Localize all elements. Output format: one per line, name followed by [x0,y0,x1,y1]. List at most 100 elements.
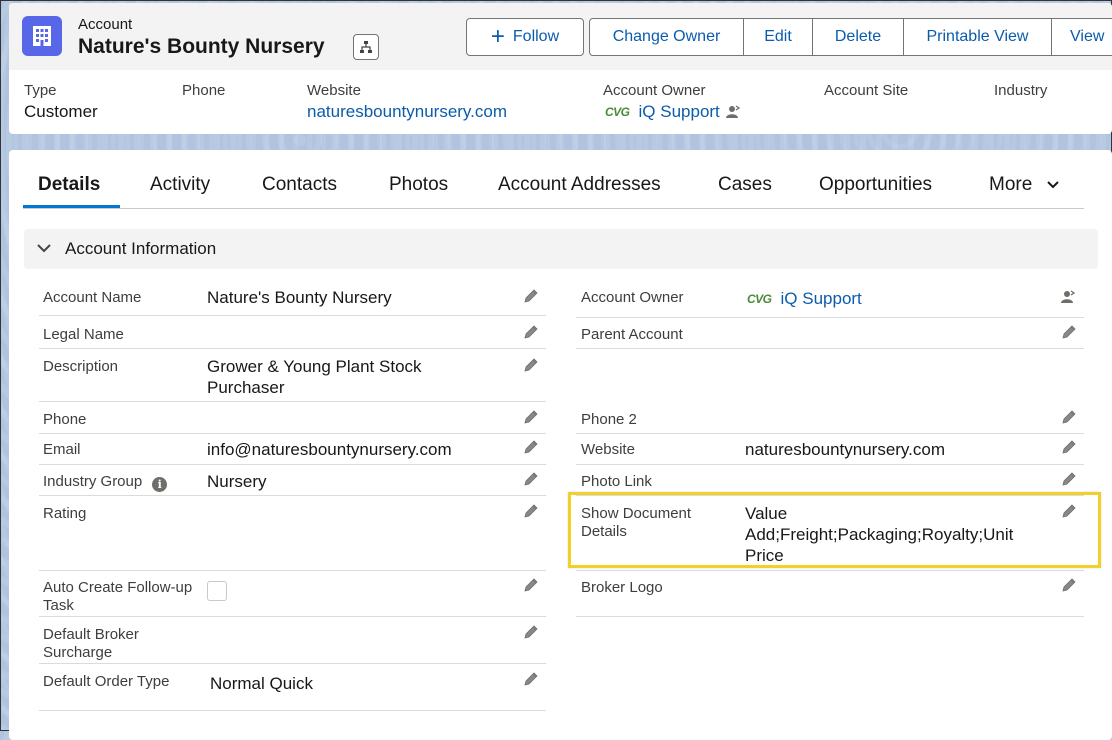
field-label-photo-link: Photo Link [581,473,652,490]
edit-pencil-icon[interactable] [522,670,540,688]
tab-more[interactable]: More [989,174,1060,196]
field-label-email: Email [43,441,81,458]
record-detail-panel: Details Activity Contacts Photos Account… [9,150,1112,740]
tab-opportunities[interactable]: Opportunities [819,174,932,196]
delete-button[interactable]: Delete [812,18,904,56]
section-account-information[interactable]: Account Information [24,229,1098,269]
object-type-label: Account [78,16,133,33]
field-divider [39,401,546,402]
plus-icon: + [490,23,505,50]
edit-pencil-icon[interactable] [522,438,540,456]
field-divider [39,570,546,571]
account-object-icon [22,16,62,56]
field-divider [576,570,1084,571]
edit-pencil-icon[interactable] [1060,408,1078,426]
field-label-default-order-type: Default Order Type [43,673,170,690]
field-label-phone-2: Phone 2 [581,411,637,428]
field-label-account-owner: Account Owner [581,289,684,306]
follow-button[interactable]: + Follow [466,18,584,56]
tab-contacts[interactable]: Contacts [262,174,337,196]
info-icon[interactable]: i [152,477,168,492]
highlight-website-link[interactable]: naturesbountynursery.com [307,102,507,122]
field-label-auto-create-task: Auto Create Follow-up Task [43,579,193,614]
cvg-logo-icon: CVG [605,105,630,119]
highlight-owner: CVG iQ Support [605,102,741,122]
follow-label: Follow [512,28,560,45]
view-button[interactable]: View [1051,18,1112,56]
highlight-type-value: Customer [24,102,98,121]
website-link[interactable]: naturesbountynursery.com [745,439,945,460]
tab-details[interactable]: Details [38,174,100,196]
tab-bar: Details Activity Contacts Photos Account… [23,150,1084,209]
field-label-industry-group: Industry Group i [43,473,168,492]
edit-pencil-icon[interactable] [522,623,540,641]
highlight-website-label: Website [307,82,361,99]
field-divider [39,315,546,316]
highlight-box [568,492,1101,568]
field-label-account-name: Account Name [43,289,142,306]
field-label-legal-name: Legal Name [43,326,124,343]
highlight-phone-label: Phone [182,82,226,99]
tab-photos[interactable]: Photos [389,174,448,196]
field-divider [39,348,546,349]
auto-create-task-checkbox[interactable] [207,581,227,601]
field-label-website: Website [581,441,635,458]
edit-pencil-icon[interactable] [1060,576,1078,594]
edit-pencil-icon[interactable] [522,356,540,374]
edit-pencil-icon[interactable] [1060,470,1078,488]
tab-activity[interactable]: Activity [150,174,210,196]
tab-more-label: More [989,174,1033,195]
record-header: Account Nature's Bounty Nursery + Follow… [9,3,1112,134]
field-divider [576,433,1084,434]
account-owner-link[interactable]: iQ Support [781,289,862,309]
edit-pencil-icon[interactable] [522,502,540,520]
view-hierarchy-button[interactable] [353,34,379,60]
field-divider [576,317,1084,318]
field-divider [39,710,546,711]
edit-pencil-icon[interactable] [522,287,540,305]
cvg-logo-icon: CVG [747,292,772,306]
active-tab-indicator [23,205,120,208]
highlight-owner-label: Account Owner [603,82,706,99]
edit-pencil-icon[interactable] [522,470,540,488]
field-divider [39,464,546,465]
field-value-description: Grower & Young Plant Stock Purchaser [207,357,422,397]
section-title: Account Information [65,239,217,258]
default-order-type-link[interactable]: Normal Quick [210,673,313,694]
highlight-account-site-label: Account Site [824,82,909,99]
field-label-broker-logo: Broker Logo [581,579,663,596]
change-owner-icon[interactable] [1060,289,1076,305]
edit-pencil-icon[interactable] [1060,438,1078,456]
hierarchy-icon [360,41,372,53]
tab-account-addresses[interactable]: Account Addresses [498,174,661,196]
edit-button[interactable]: Edit [743,18,813,56]
highlight-industry-label: Industry [994,82,1048,99]
printable-view-button[interactable]: Printable View [903,18,1052,56]
field-value-account-owner: CVG iQ Support [747,289,862,309]
field-label-industry-group-text: Industry Group [43,473,143,490]
edit-pencil-icon[interactable] [522,408,540,426]
field-divider [39,663,546,664]
highlight-type-label: Type [24,82,57,99]
field-divider [576,616,1084,617]
chevron-down-icon [1046,181,1059,189]
tab-cases[interactable]: Cases [718,174,772,196]
change-owner-icon[interactable] [725,104,741,120]
field-label-phone: Phone [43,411,87,428]
field-value-account-name: Nature's Bounty Nursery [207,288,392,307]
field-divider [576,348,1084,349]
field-label-parent-account: Parent Account [581,326,683,343]
edit-pencil-icon[interactable] [1060,323,1078,341]
highlight-owner-link[interactable]: iQ Support [639,102,720,122]
change-owner-button[interactable]: Change Owner [589,18,744,56]
edit-pencil-icon[interactable] [522,323,540,341]
email-link[interactable]: info@naturesbountynursery.com [207,439,452,460]
field-label-rating: Rating [43,505,87,522]
field-value-industry-group: Nursery [207,472,267,491]
field-divider [576,464,1084,465]
edit-pencil-icon[interactable] [522,576,540,594]
chevron-down-icon [37,244,51,253]
field-label-description: Description [43,358,119,375]
record-title: Nature's Bounty Nursery [78,35,325,58]
field-divider [39,616,546,617]
